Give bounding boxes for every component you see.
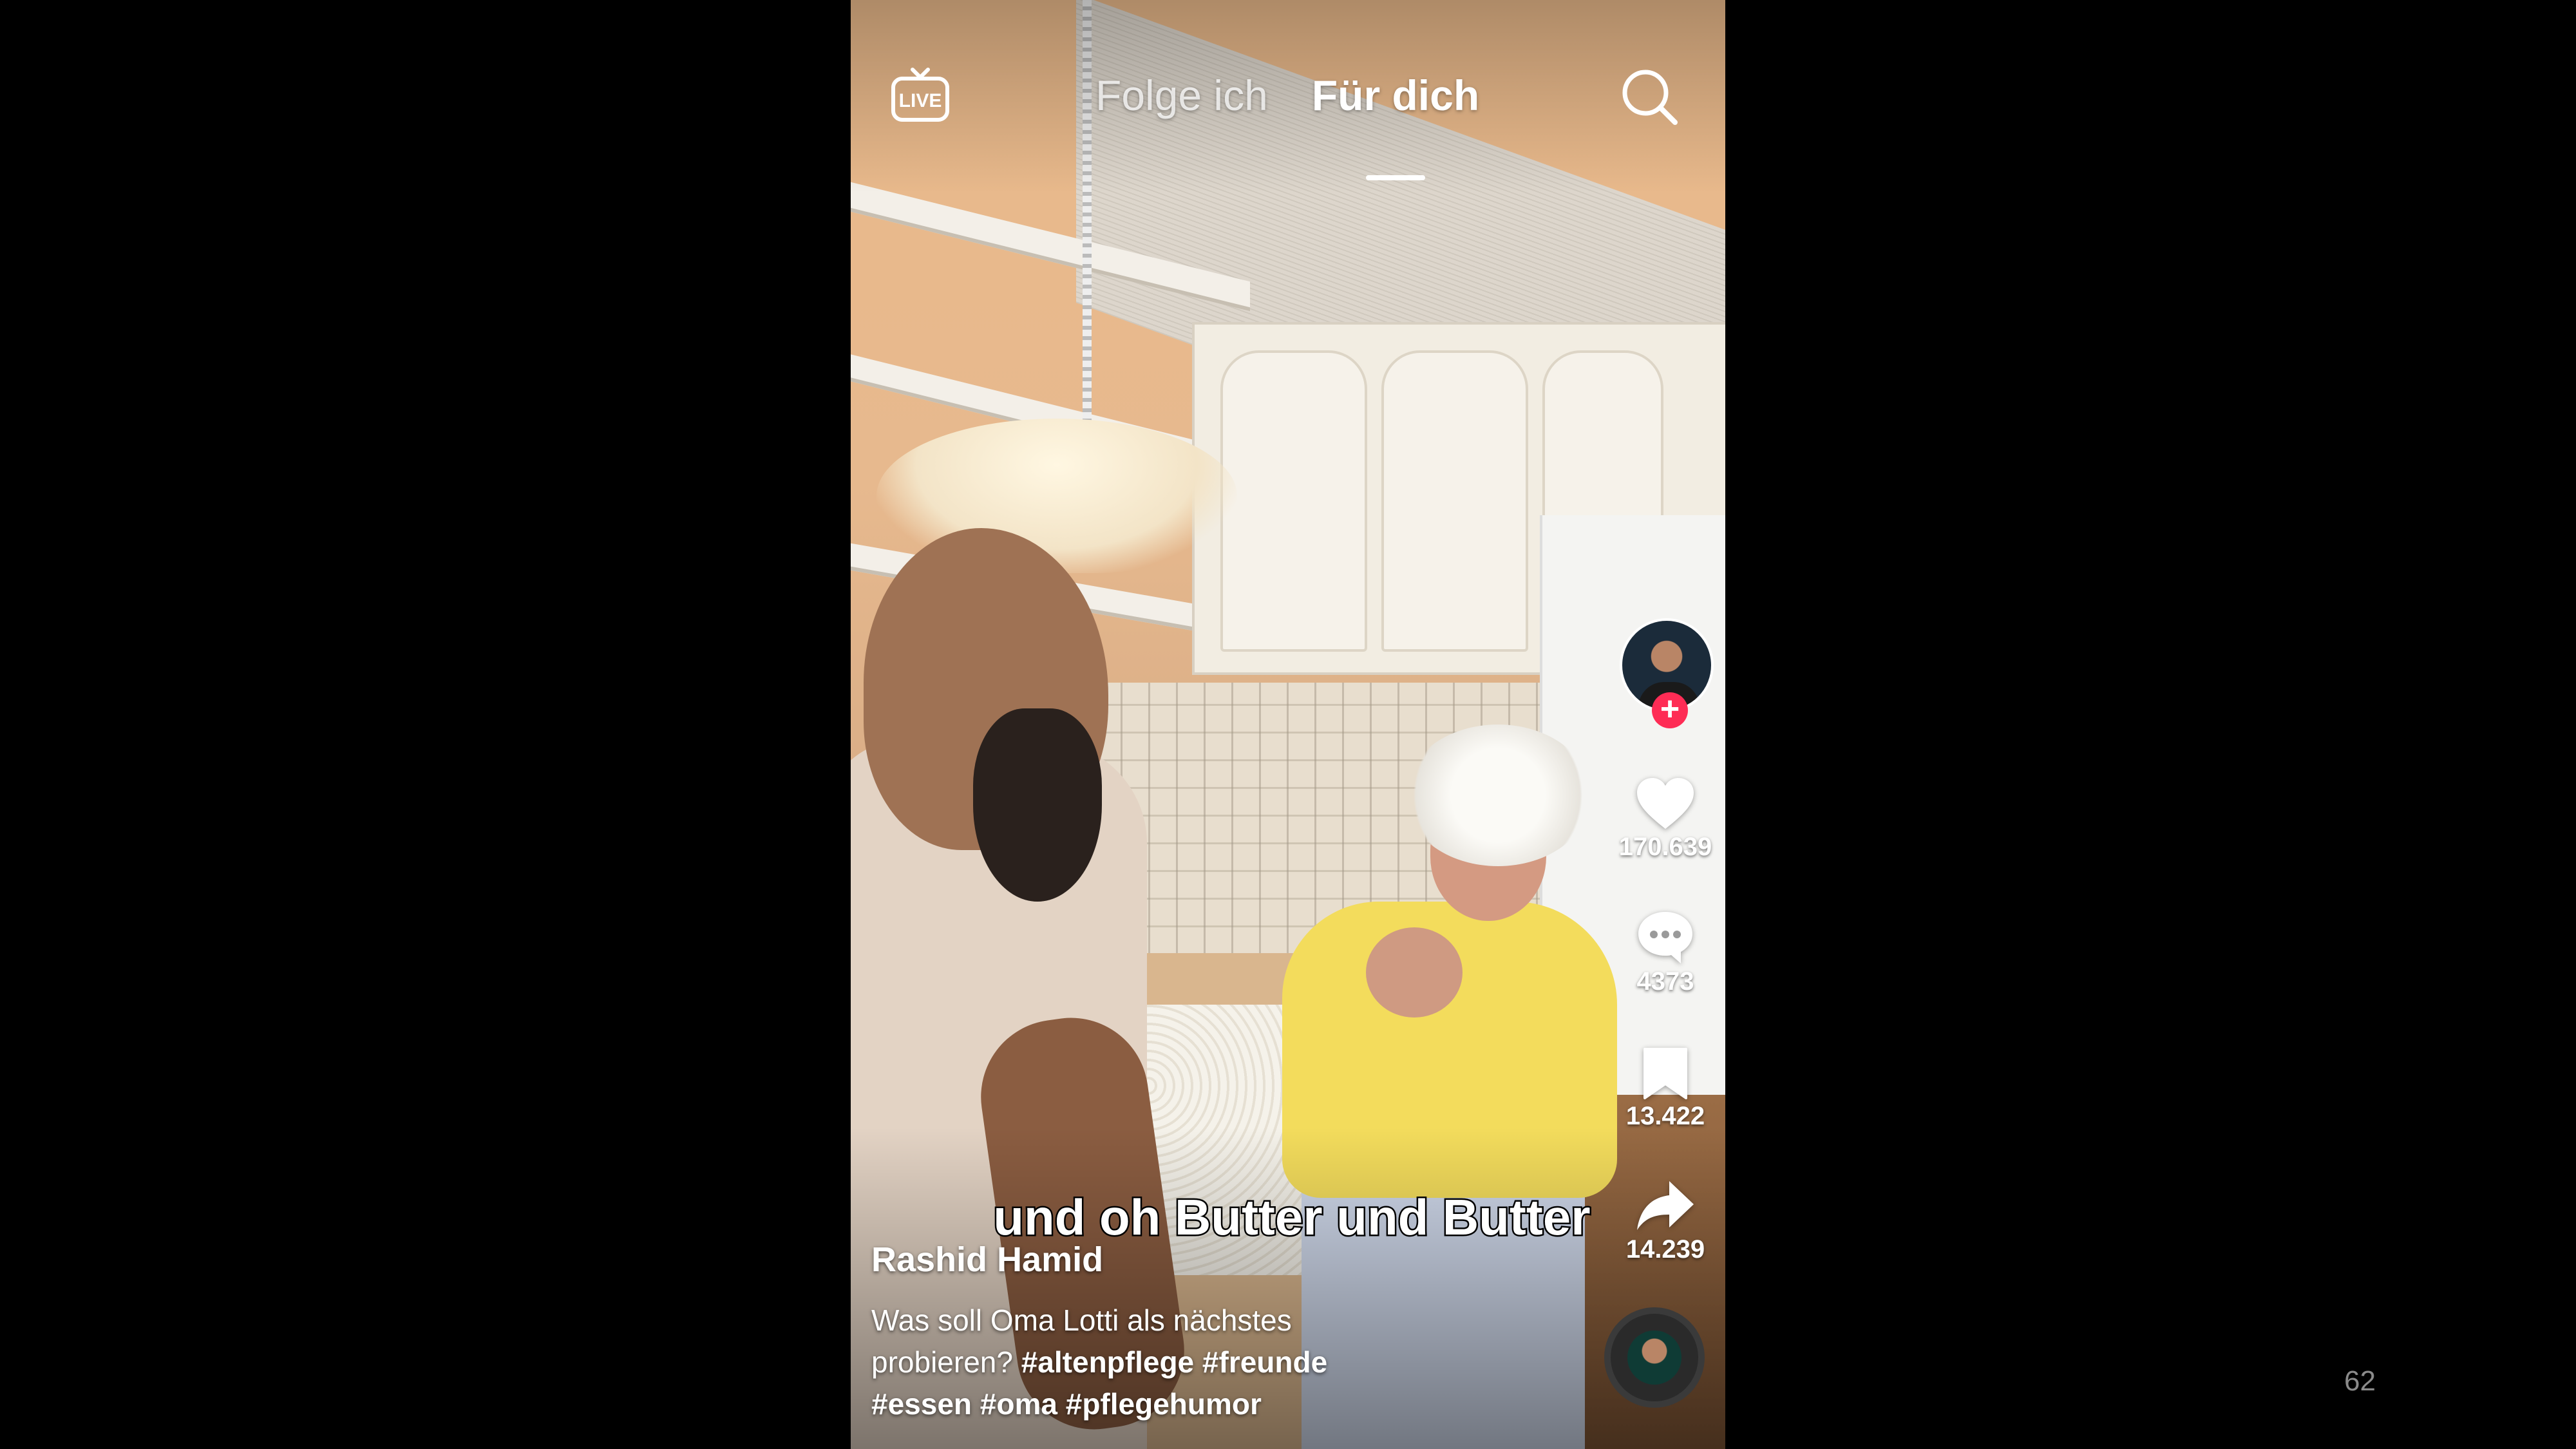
share-arrow-icon — [1637, 1181, 1694, 1230]
video-feed-frame[interactable]: LIVE Folge ich Für dich + 170.639 4373 1… — [851, 0, 1725, 1449]
creator-avatar-button[interactable]: + — [1620, 618, 1716, 734]
hashtag[interactable]: #freunde — [1202, 1345, 1327, 1379]
save-count: 13.422 — [1625, 1102, 1705, 1130]
sound-disc-avatar — [1627, 1331, 1681, 1385]
like-button[interactable]: 170.639 — [1605, 776, 1725, 862]
save-button[interactable]: 13.422 — [1605, 1046, 1725, 1131]
heart-icon — [1637, 778, 1694, 829]
comment-icon — [1638, 912, 1692, 963]
hashtag[interactable]: #essen — [871, 1387, 972, 1421]
cabinet-door — [1220, 350, 1367, 652]
follow-button[interactable]: + — [1652, 692, 1688, 728]
live-button[interactable]: LIVE — [889, 64, 951, 126]
woman-hair — [1405, 724, 1591, 866]
live-label: LIVE — [899, 90, 942, 111]
bookmark-icon — [1643, 1048, 1687, 1099]
video-caption: Was soll Oma Lotti als nächstes probiere… — [871, 1300, 1425, 1425]
like-count: 170.639 — [1618, 833, 1712, 861]
search-icon — [1622, 70, 1678, 125]
comment-count: 4373 — [1636, 967, 1694, 996]
cabinet-door — [1381, 350, 1528, 652]
tab-following[interactable]: Folge ich — [1095, 71, 1268, 161]
sound-disc-button[interactable] — [1604, 1307, 1705, 1408]
hashtag[interactable]: #altenpflege — [1021, 1345, 1194, 1379]
hashtag[interactable]: #pflegehumor — [1066, 1387, 1262, 1421]
share-count: 14.239 — [1625, 1235, 1705, 1264]
feed-tabs: Folge ich Für dich — [1095, 71, 1479, 180]
author-name[interactable]: Rashid Hamid — [871, 1240, 1103, 1280]
plus-icon: + — [1660, 690, 1680, 728]
video-subtitle: und oh Butter und Butter — [992, 1188, 1592, 1247]
woman-hands — [1366, 927, 1463, 1018]
man-beard — [973, 708, 1102, 902]
hashtag[interactable]: #oma — [980, 1387, 1057, 1421]
share-button[interactable]: 14.239 — [1605, 1179, 1725, 1264]
search-button[interactable] — [1617, 64, 1681, 129]
comment-button[interactable]: 4373 — [1605, 909, 1725, 996]
live-tv-icon: LIVE — [891, 68, 949, 122]
slide-number: 62 — [2344, 1365, 2376, 1397]
tab-for-you[interactable]: Für dich — [1312, 71, 1479, 180]
